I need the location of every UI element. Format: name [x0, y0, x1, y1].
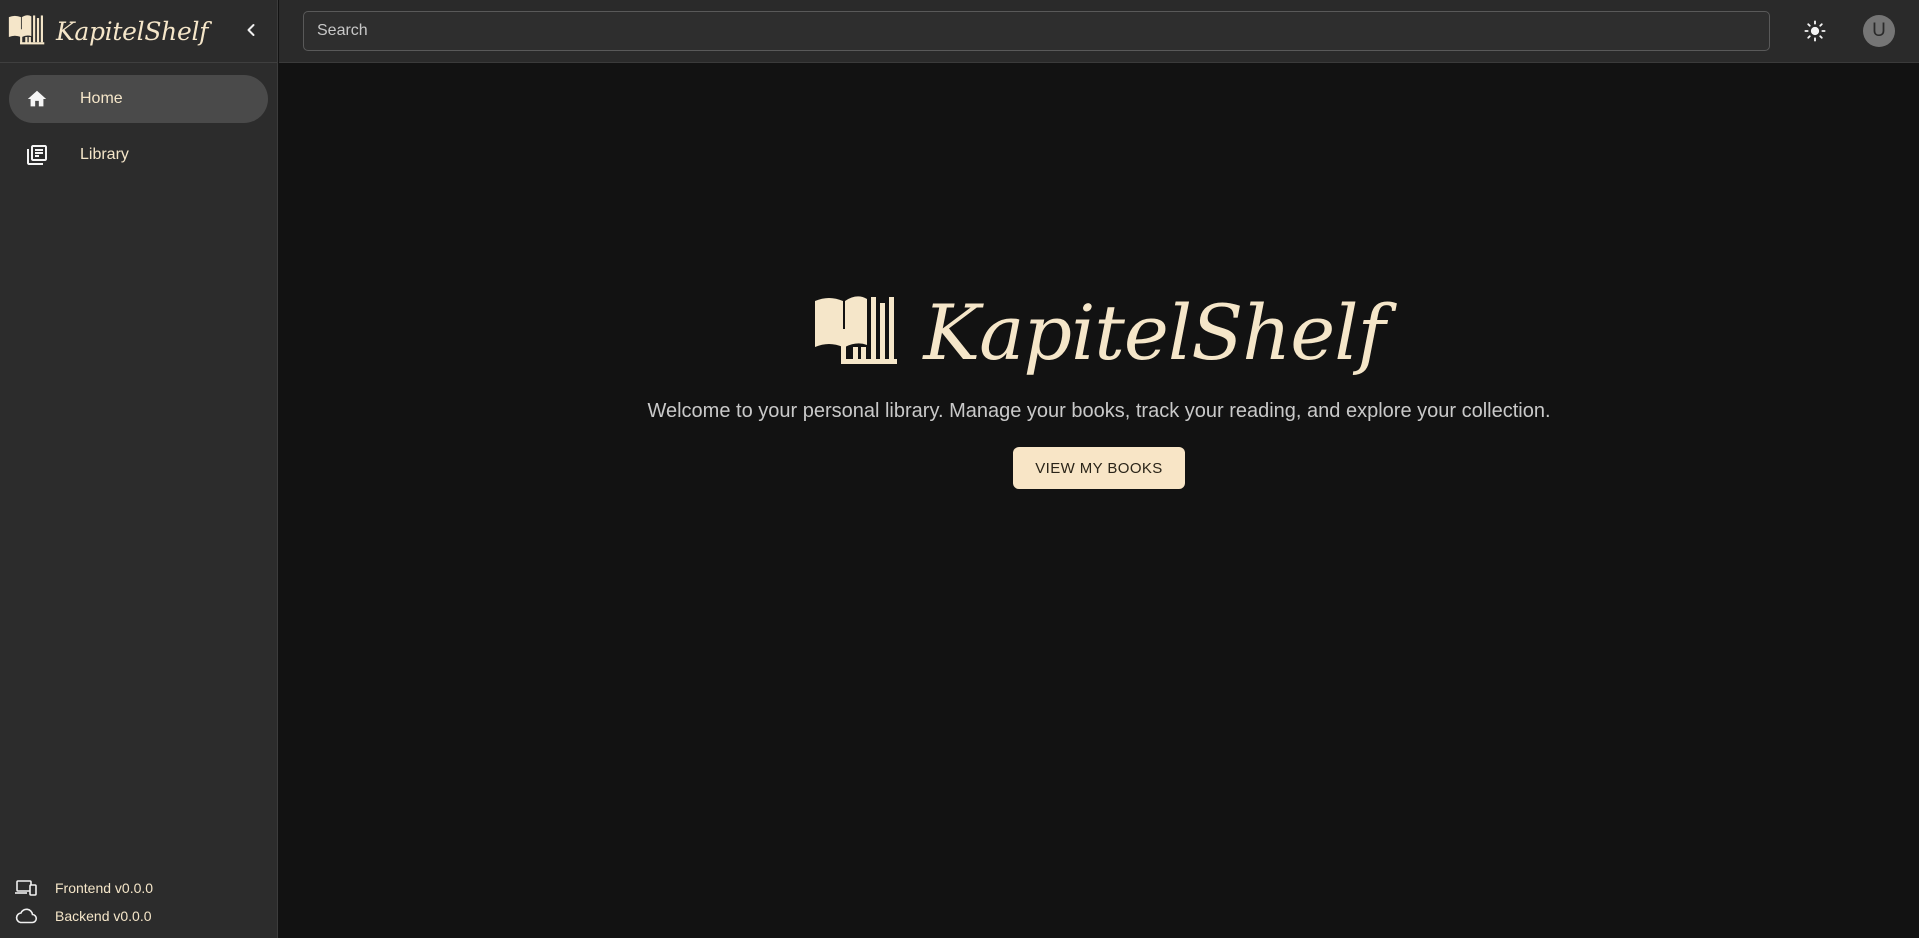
library-icon — [24, 142, 50, 168]
sidebar-header: KapitelShelf — [0, 0, 277, 63]
kapitelshelf-logo — [8, 15, 45, 45]
hero-subtitle: Welcome to your personal library. Manage… — [647, 400, 1551, 422]
frontend-version-label: Frontend v0.0.0 — [55, 880, 154, 896]
sun-icon — [1804, 20, 1826, 42]
hero-brand: KapitelShelf — [813, 278, 1386, 388]
top-bar: U — [279, 0, 1919, 63]
sidebar-item-home[interactable]: Home — [9, 75, 268, 123]
sidebar-item-label: Library — [80, 146, 129, 163]
chevron-left-icon — [247, 24, 255, 36]
devices-icon — [14, 878, 38, 898]
brand-name: KapitelShelf — [56, 16, 209, 46]
cloud-icon — [14, 906, 38, 926]
user-avatar[interactable]: U — [1863, 15, 1895, 47]
hero: KapitelShelf Welcome to your personal li… — [279, 278, 1919, 489]
backend-version-label: Backend v0.0.0 — [55, 908, 152, 924]
kapitelshelf-logo — [815, 296, 898, 364]
collapse-sidebar-button[interactable] — [240, 16, 262, 44]
sidebar-nav: Home Library — [0, 75, 277, 179]
backend-version: Backend v0.0.0 — [0, 902, 277, 930]
sidebar-item-library[interactable]: Library — [9, 131, 268, 179]
sidebar: KapitelShelf Home Library Frontend v0.0.… — [0, 0, 278, 938]
main-content: KapitelShelf Welcome to your personal li… — [279, 63, 1919, 938]
search-input[interactable] — [303, 11, 1770, 51]
hero-title: KapitelShelf — [923, 288, 1385, 377]
sidebar-item-label: Home — [80, 90, 123, 107]
version-info: Frontend v0.0.0 Backend v0.0.0 — [0, 874, 277, 930]
view-my-books-button[interactable]: VIEW MY BOOKS — [1013, 447, 1185, 489]
home-icon — [24, 86, 50, 112]
theme-toggle-button[interactable] — [1799, 15, 1831, 47]
frontend-version: Frontend v0.0.0 — [0, 874, 277, 902]
